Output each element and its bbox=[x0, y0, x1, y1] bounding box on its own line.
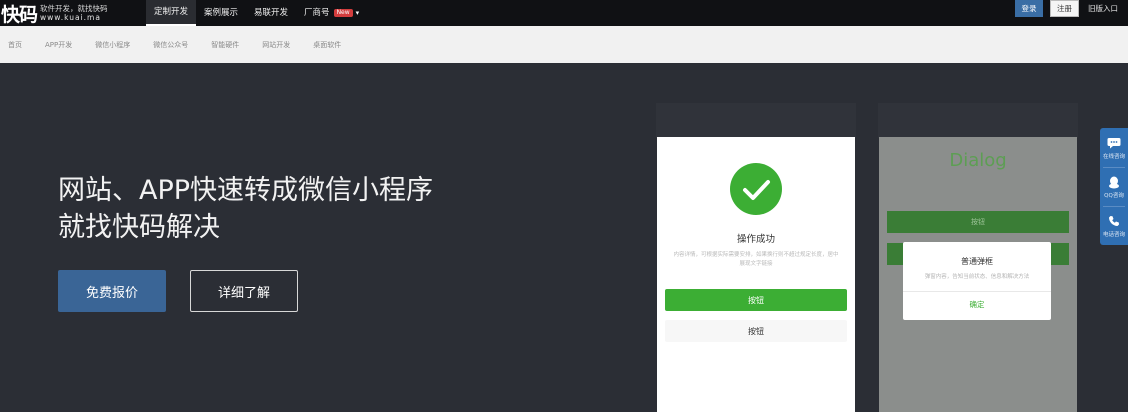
logo-subtext: 软件开发，就找快码 www.kuai.ma bbox=[40, 4, 108, 22]
nav-item-easy-dev[interactable]: 易联开发 bbox=[246, 0, 296, 26]
logo-url: www.kuai.ma bbox=[40, 13, 101, 22]
logo-mark: 快码 bbox=[1, 3, 38, 26]
phone-mockup-dialog: Dialog 按钮 普通弹框 弹窗内容，告知当前状态、信息和解决方法 确定 bbox=[879, 137, 1077, 412]
learn-more-button[interactable]: 详细了解 bbox=[190, 270, 298, 312]
success-description: 内容详情，可根据实际需要安排，如果换行则不超过规定长度，居中展现文字链接 bbox=[673, 252, 839, 267]
checkmark-icon bbox=[730, 163, 782, 215]
logo-tagline: 软件开发，就找快码 bbox=[40, 4, 108, 13]
top-navigation-bar: 快码 软件开发，就找快码 www.kuai.ma 定制开发 案例展示 易联开发 … bbox=[0, 0, 1128, 26]
side-item-label: 在线咨询 bbox=[1102, 153, 1125, 160]
phone-mockup-header bbox=[878, 103, 1078, 138]
sub-navigation: 首页 APP开发 微信小程序 微信公众号 智能硬件 网站开发 桌面软件 bbox=[0, 26, 1128, 63]
main-nav: 定制开发 案例展示 易联开发 厂商号 New ▾ bbox=[146, 0, 367, 26]
subnav-item-website[interactable]: 网站开发 bbox=[262, 40, 290, 50]
dialog-divider bbox=[903, 291, 1051, 292]
old-version-link[interactable]: 旧版入口 bbox=[1088, 0, 1118, 17]
chat-bubble-icon bbox=[1107, 137, 1121, 150]
free-quote-button[interactable]: 免费报价 bbox=[58, 270, 166, 312]
side-item-label: 电话咨询 bbox=[1102, 231, 1125, 238]
subnav-item-official-account[interactable]: 微信公众号 bbox=[153, 40, 188, 50]
nav-item-cases[interactable]: 案例展示 bbox=[196, 0, 246, 26]
dialog-confirm-button: 确定 bbox=[969, 300, 985, 309]
nav-item-label: 案例展示 bbox=[204, 8, 239, 18]
nav-item-label: 厂商号 bbox=[304, 8, 330, 18]
nav-item-label: 易联开发 bbox=[254, 8, 289, 18]
subnav-item-app[interactable]: APP开发 bbox=[45, 40, 72, 50]
nav-item-custom-dev[interactable]: 定制开发 bbox=[146, 0, 197, 26]
subnav-item-hardware[interactable]: 智能硬件 bbox=[211, 40, 239, 50]
hero-title: 网站、APP快速转成微信小程序 就找快码解决 bbox=[58, 172, 433, 246]
success-secondary-button: 按钮 bbox=[665, 320, 847, 342]
phone-icon bbox=[1107, 215, 1121, 228]
register-button[interactable]: 注册 bbox=[1050, 0, 1079, 17]
dialog-page-title: Dialog bbox=[949, 150, 1007, 171]
phone-mockup-header bbox=[656, 103, 856, 138]
floating-contact-toolbar: 在线咨询 QQ咨询 电话咨询 bbox=[1100, 128, 1128, 245]
qq-penguin-icon bbox=[1107, 176, 1121, 189]
subnav-item-miniprogram[interactable]: 微信小程序 bbox=[95, 40, 130, 50]
dialog-box: 普通弹框 弹窗内容，告知当前状态、信息和解决方法 确定 bbox=[903, 242, 1051, 320]
login-button[interactable]: 登录 bbox=[1015, 0, 1043, 17]
subnav-item-home[interactable]: 首页 bbox=[8, 40, 22, 50]
success-title: 操作成功 bbox=[736, 234, 775, 245]
hero-title-line2: 就找快码解决 bbox=[58, 212, 220, 243]
qq-chat-button[interactable]: QQ咨询 bbox=[1100, 168, 1128, 206]
new-badge: New bbox=[333, 9, 353, 17]
nav-item-vendor[interactable]: 厂商号 New ▾ bbox=[296, 0, 367, 26]
online-chat-button[interactable]: 在线咨询 bbox=[1100, 129, 1128, 167]
nav-item-label: 定制开发 bbox=[154, 7, 189, 17]
hero-title-line1: 网站、APP快速转成微信小程序 bbox=[58, 175, 434, 206]
success-primary-button: 按钮 bbox=[665, 289, 847, 311]
side-item-label: QQ咨询 bbox=[1104, 192, 1124, 199]
dialog-title: 普通弹框 bbox=[961, 257, 993, 266]
dimmed-button: 按钮 bbox=[887, 211, 1069, 233]
subnav-item-desktop[interactable]: 桌面软件 bbox=[313, 40, 341, 50]
site-logo[interactable]: 快码 软件开发，就找快码 www.kuai.ma bbox=[0, 0, 108, 26]
phone-mockup-success: 操作成功 内容详情，可根据实际需要安排，如果换行则不超过规定长度，居中展现文字链… bbox=[657, 137, 855, 412]
hero-banner: 网站、APP快速转成微信小程序 就找快码解决 免费报价 详细了解 操作成功 内容… bbox=[0, 63, 1128, 412]
caret-down-icon: ▾ bbox=[355, 9, 360, 17]
dialog-description: 弹窗内容，告知当前状态、信息和解决方法 bbox=[924, 274, 1030, 280]
phone-call-button[interactable]: 电话咨询 bbox=[1100, 207, 1128, 245]
